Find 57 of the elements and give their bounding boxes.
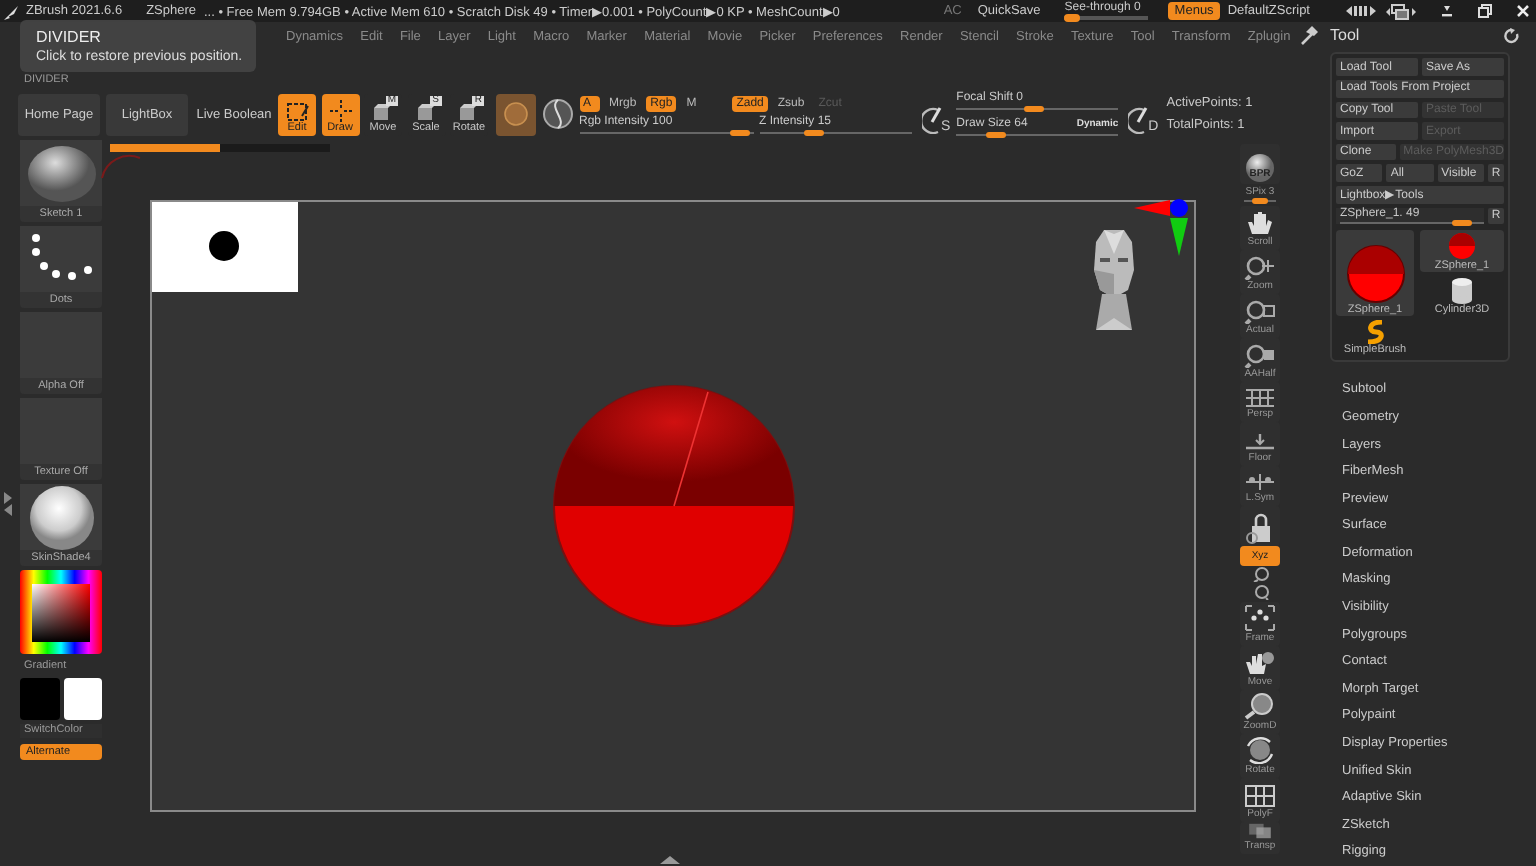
rotate-sphere-icon [1244,736,1276,764]
edit-frame-icon [284,99,310,121]
brush-stroke-icon [1363,320,1387,345]
scroll-arrow-icon[interactable] [658,856,682,866]
rotate-z-icon [1251,584,1269,600]
slider-thumb[interactable] [1252,198,1268,204]
brush-circle-icon [1128,106,1149,134]
restore-icon[interactable] [1478,4,1492,18]
symmetry-icon [1244,470,1276,492]
window-stack-icon[interactable] [1386,3,1416,19]
minimize-icon[interactable] [1440,4,1454,18]
magnifier-icon [1244,298,1276,324]
color-swatch[interactable] [63,678,102,720]
slider-thumb[interactable] [1024,106,1045,112]
material-swatch[interactable] [495,93,535,135]
zsphere-icon [1345,244,1405,305]
bpr-sphere-icon [1244,154,1276,182]
color-picker[interactable] [20,570,102,654]
brush-circle-icon [921,106,941,134]
panel-title: Tool [1330,26,1360,45]
zsphere-icon [1448,232,1476,261]
magnifier-icon [1244,254,1276,280]
cube-icon [370,99,396,121]
lock-icon [1244,512,1276,544]
tooltip-title: DIVIDER [36,28,101,46]
transparency-icon [1244,822,1276,840]
polyframe-icon [1244,782,1276,808]
grid-icon [1244,384,1276,408]
collapse-handle-icon[interactable] [2,489,14,517]
close-icon[interactable] [1516,4,1530,18]
frame-icon [1244,604,1276,632]
crosshair-icon [327,99,353,121]
magnifier-icon [1244,342,1276,368]
hand-icon [1244,210,1276,236]
shelf-icon-button[interactable] [1240,506,1280,546]
color-swatch[interactable] [20,678,59,720]
brush-logo-icon [4,2,22,20]
slider-thumb[interactable] [729,130,750,136]
arrow-bars-icon[interactable] [1346,4,1376,18]
axis-gizmo-drawing [1134,198,1190,258]
slider-thumb[interactable] [1452,219,1473,226]
floor-icon [1244,432,1276,452]
sphere-outline-icon[interactable] [541,98,573,130]
refresh-icon[interactable] [1504,27,1520,44]
slider-thumb[interactable] [803,130,824,136]
slider-thumb[interactable] [1064,14,1081,22]
rotate-y-icon [1251,566,1269,582]
cube-icon [456,99,482,121]
hammer-icon [1300,25,1320,46]
brush-cursor-arc [98,152,142,180]
document-canvas[interactable] [150,200,1196,812]
cube-icon [413,99,439,121]
slider-thumb[interactable] [986,132,1007,138]
magnifier-icon [1244,692,1276,720]
sphere-icon [503,102,527,126]
cylinder-icon [1450,276,1474,305]
hand-sphere-icon [1244,650,1276,676]
